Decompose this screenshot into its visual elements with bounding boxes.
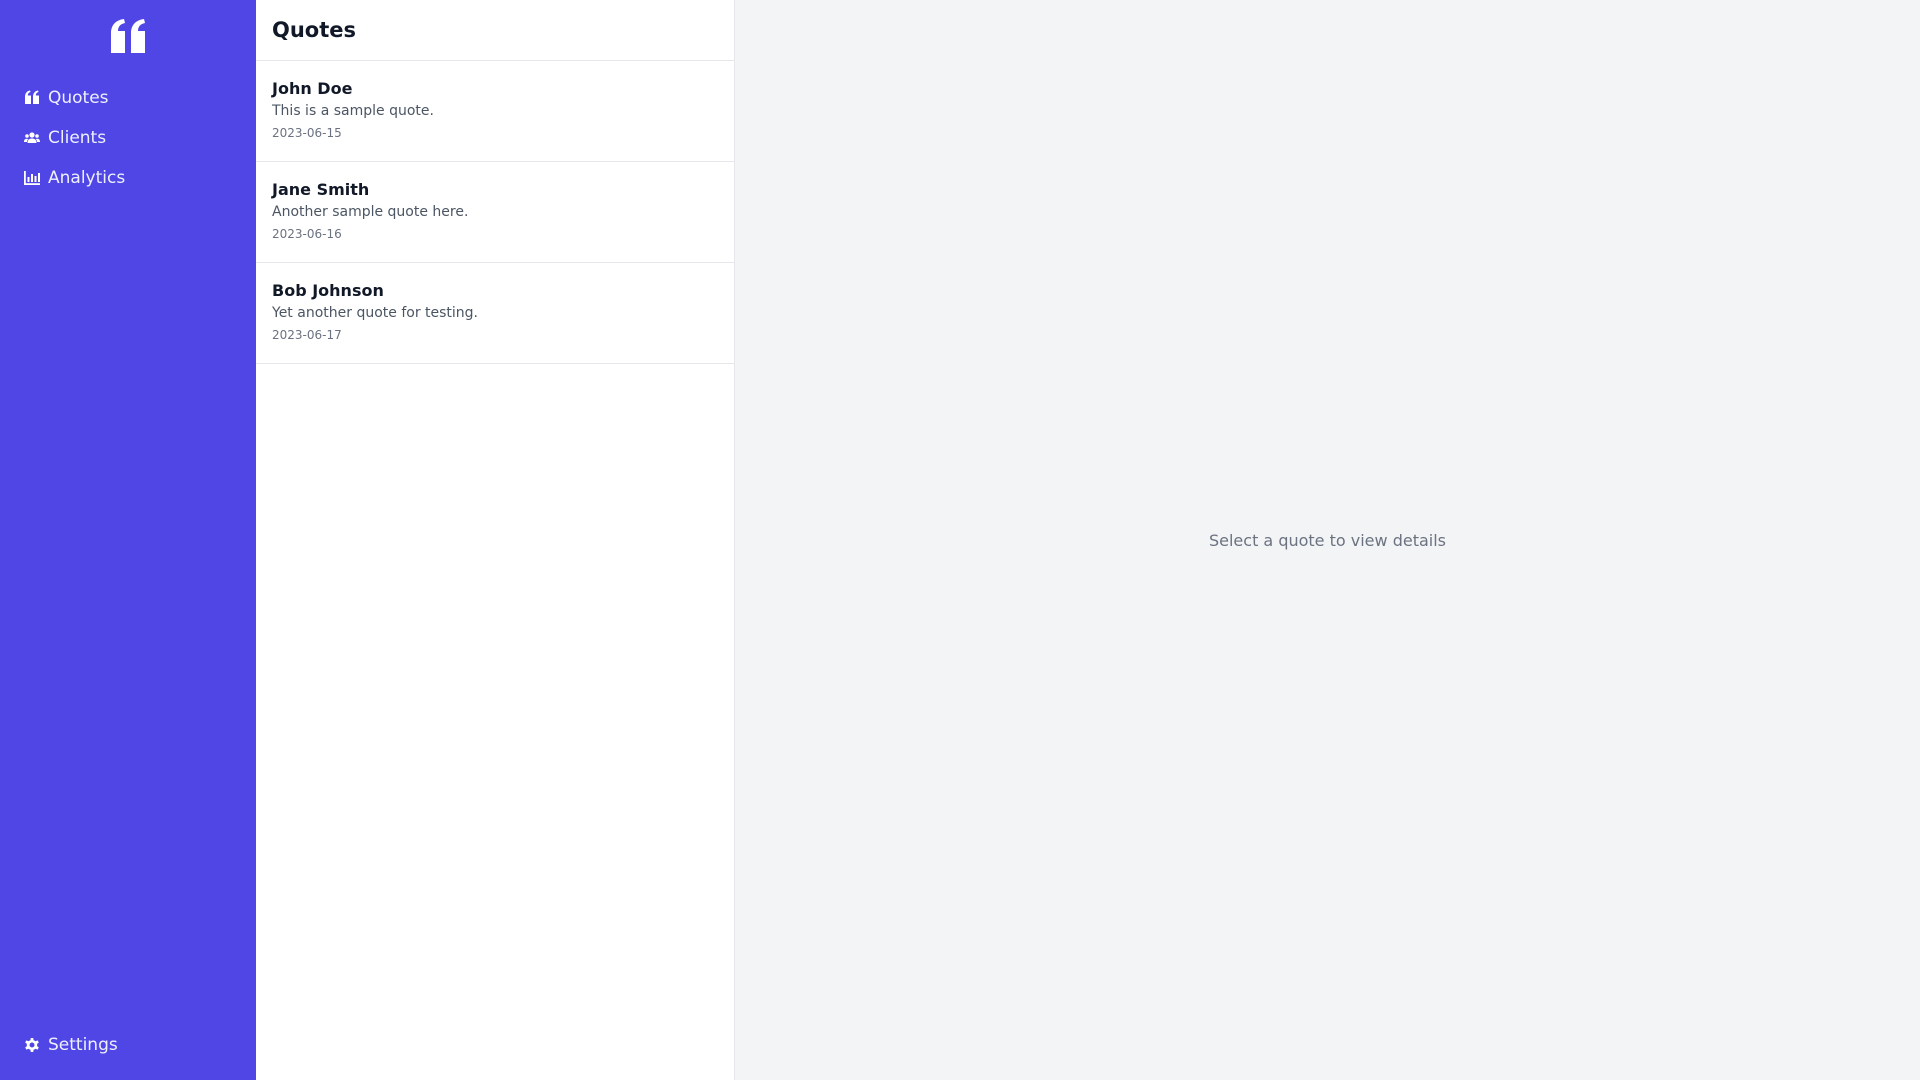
sidebar-bottom: Settings (0, 1025, 256, 1080)
quote-date: 2023-06-16 (272, 227, 342, 241)
sidebar-item-label: Quotes (48, 88, 109, 108)
quote-icon (24, 90, 40, 106)
quote-date: 2023-06-15 (272, 126, 342, 140)
quote-list-pane: Quotes John Doe This is a sample quote. … (256, 0, 735, 1080)
quote-date: 2023-06-17 (272, 328, 342, 342)
quote-text: This is a sample quote. (272, 103, 434, 119)
sidebar-item-label: Clients (48, 128, 107, 148)
page-title: Quotes (272, 18, 357, 42)
sidebar-nav: Quotes Clients Analytics (0, 68, 256, 198)
users-icon (24, 130, 40, 146)
list-item[interactable]: Jane Smith Another sample quote here. 20… (256, 162, 734, 263)
sidebar: Quotes Clients Analytics Settings (0, 0, 256, 1080)
sidebar-top: Quotes Clients Analytics (0, 0, 256, 198)
app-root: Quotes Clients Analytics Settings Quotes… (0, 0, 1920, 1080)
quote-client-name: Bob Johnson (272, 281, 384, 300)
quote-text: Another sample quote here. (272, 204, 469, 220)
sidebar-item-settings[interactable]: Settings (0, 1025, 256, 1065)
sidebar-item-quotes[interactable]: Quotes (0, 78, 256, 118)
quote-text: Yet another quote for testing. (272, 305, 479, 321)
quote-left-icon (111, 19, 145, 53)
sidebar-item-label: Analytics (48, 168, 126, 188)
list-item[interactable]: Bob Johnson Yet another quote for testin… (256, 263, 734, 364)
quote-client-name: Jane Smith (272, 180, 370, 199)
quote-client-name: John Doe (272, 79, 353, 98)
sidebar-item-clients[interactable]: Clients (0, 118, 256, 158)
gear-icon (24, 1037, 40, 1053)
empty-state-message: Select a quote to view details (1208, 530, 1446, 550)
quote-detail-pane: Select a quote to view details (735, 0, 1920, 1080)
list-item[interactable]: John Doe This is a sample quote. 2023-06… (256, 61, 734, 162)
sidebar-item-label: Settings (48, 1035, 118, 1055)
sidebar-item-analytics[interactable]: Analytics (0, 158, 256, 198)
logo[interactable] (0, 0, 256, 68)
chart-bar-icon (24, 170, 40, 186)
list-header: Quotes (256, 0, 734, 61)
